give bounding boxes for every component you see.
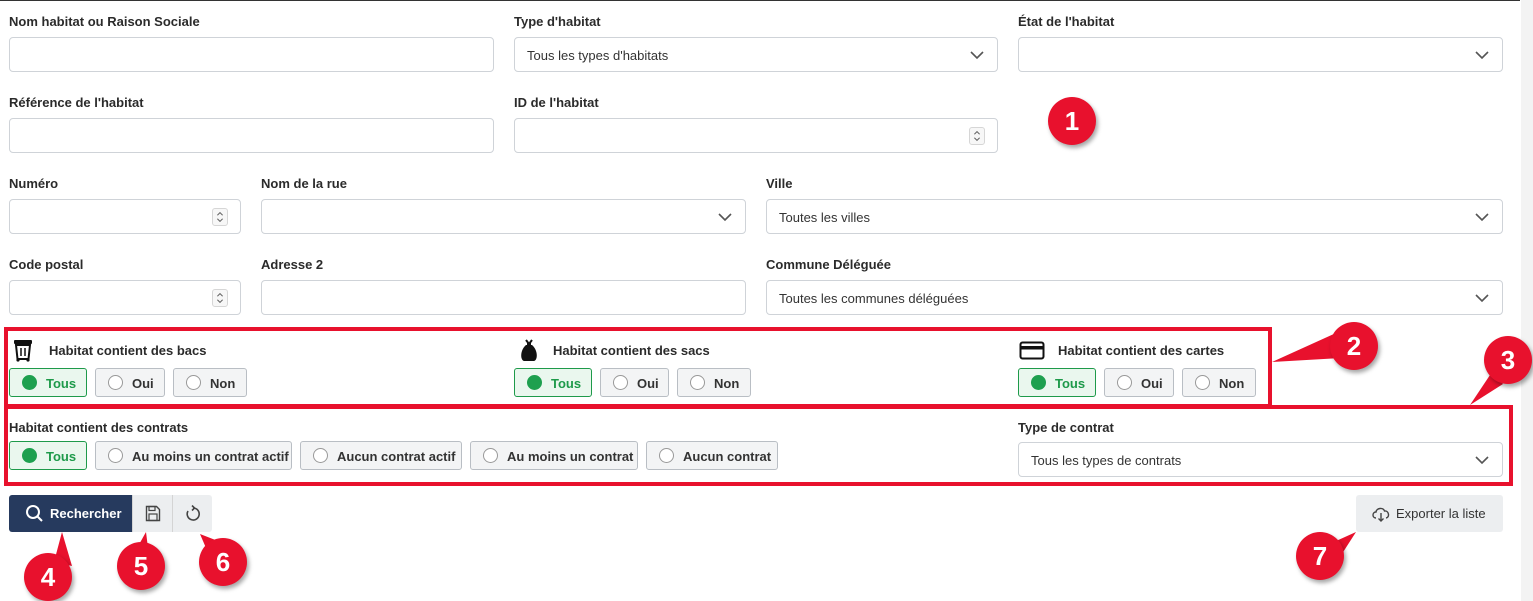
annotation-badge-1: 1 [1048, 97, 1096, 145]
type-habitat-select[interactable]: Tous les types d'habitats [514, 37, 998, 72]
nom-habitat-input[interactable] [9, 37, 494, 72]
chevron-down-icon [970, 51, 984, 60]
save-icon [145, 505, 161, 522]
search-button[interactable]: Rechercher [9, 495, 132, 532]
annotation-box-2 [4, 327, 1272, 408]
export-button-label: Exporter la liste [1396, 506, 1486, 521]
commune-value: Toutes les communes déléguées [779, 291, 969, 306]
page-background [1521, 0, 1533, 601]
reference-input[interactable] [9, 118, 494, 153]
etat-habitat-label: État de l'habitat [1018, 14, 1115, 29]
etat-habitat-select[interactable] [1018, 37, 1503, 72]
ville-value: Toutes les villes [779, 210, 871, 225]
type-habitat-label: Type d'habitat [514, 14, 601, 29]
export-button[interactable]: Exporter la liste [1356, 495, 1503, 532]
save-button[interactable] [132, 495, 172, 532]
annotation-badge-3: 3 [1484, 336, 1532, 384]
adresse2-input[interactable] [261, 280, 746, 315]
stepper-icon[interactable] [969, 127, 985, 145]
nom-rue-label: Nom de la rue [261, 176, 347, 191]
type-habitat-value: Tous les types d'habitats [527, 48, 669, 63]
search-icon [26, 505, 43, 522]
ville-select[interactable]: Toutes les villes [766, 199, 1503, 234]
cloud-download-icon [1372, 507, 1390, 522]
nom-habitat-label: Nom habitat ou Raison Sociale [9, 14, 200, 29]
annotation-badge-6: 6 [199, 538, 247, 586]
reset-button[interactable] [172, 495, 212, 532]
chevron-down-icon [1475, 51, 1489, 60]
annotation-badge-5: 5 [117, 542, 165, 590]
code-postal-input[interactable] [9, 280, 241, 315]
ville-label: Ville [766, 176, 793, 191]
commune-select[interactable]: Toutes les communes déléguées [766, 280, 1503, 315]
reset-icon [186, 505, 200, 521]
chevron-down-icon [1475, 213, 1489, 222]
annotation-badge-7: 7 [1296, 532, 1344, 580]
id-habitat-input[interactable] [514, 118, 998, 153]
reference-label: Référence de l'habitat [9, 95, 144, 110]
numero-input[interactable] [9, 199, 241, 234]
chevron-down-icon [1475, 294, 1489, 303]
annotation-badge-4: 4 [24, 553, 72, 601]
stepper-icon[interactable] [212, 289, 228, 307]
search-button-label: Rechercher [50, 506, 122, 521]
chevron-down-icon [718, 213, 732, 222]
annotation-badge-2: 2 [1330, 322, 1378, 370]
id-habitat-label: ID de l'habitat [514, 95, 599, 110]
stepper-icon[interactable] [212, 208, 228, 226]
annotation-box-3 [4, 405, 1513, 486]
commune-label: Commune Déléguée [766, 257, 891, 272]
numero-label: Numéro [9, 176, 59, 191]
nom-rue-select[interactable] [261, 199, 746, 234]
code-postal-label: Code postal [9, 257, 84, 272]
adresse2-label: Adresse 2 [261, 257, 324, 272]
